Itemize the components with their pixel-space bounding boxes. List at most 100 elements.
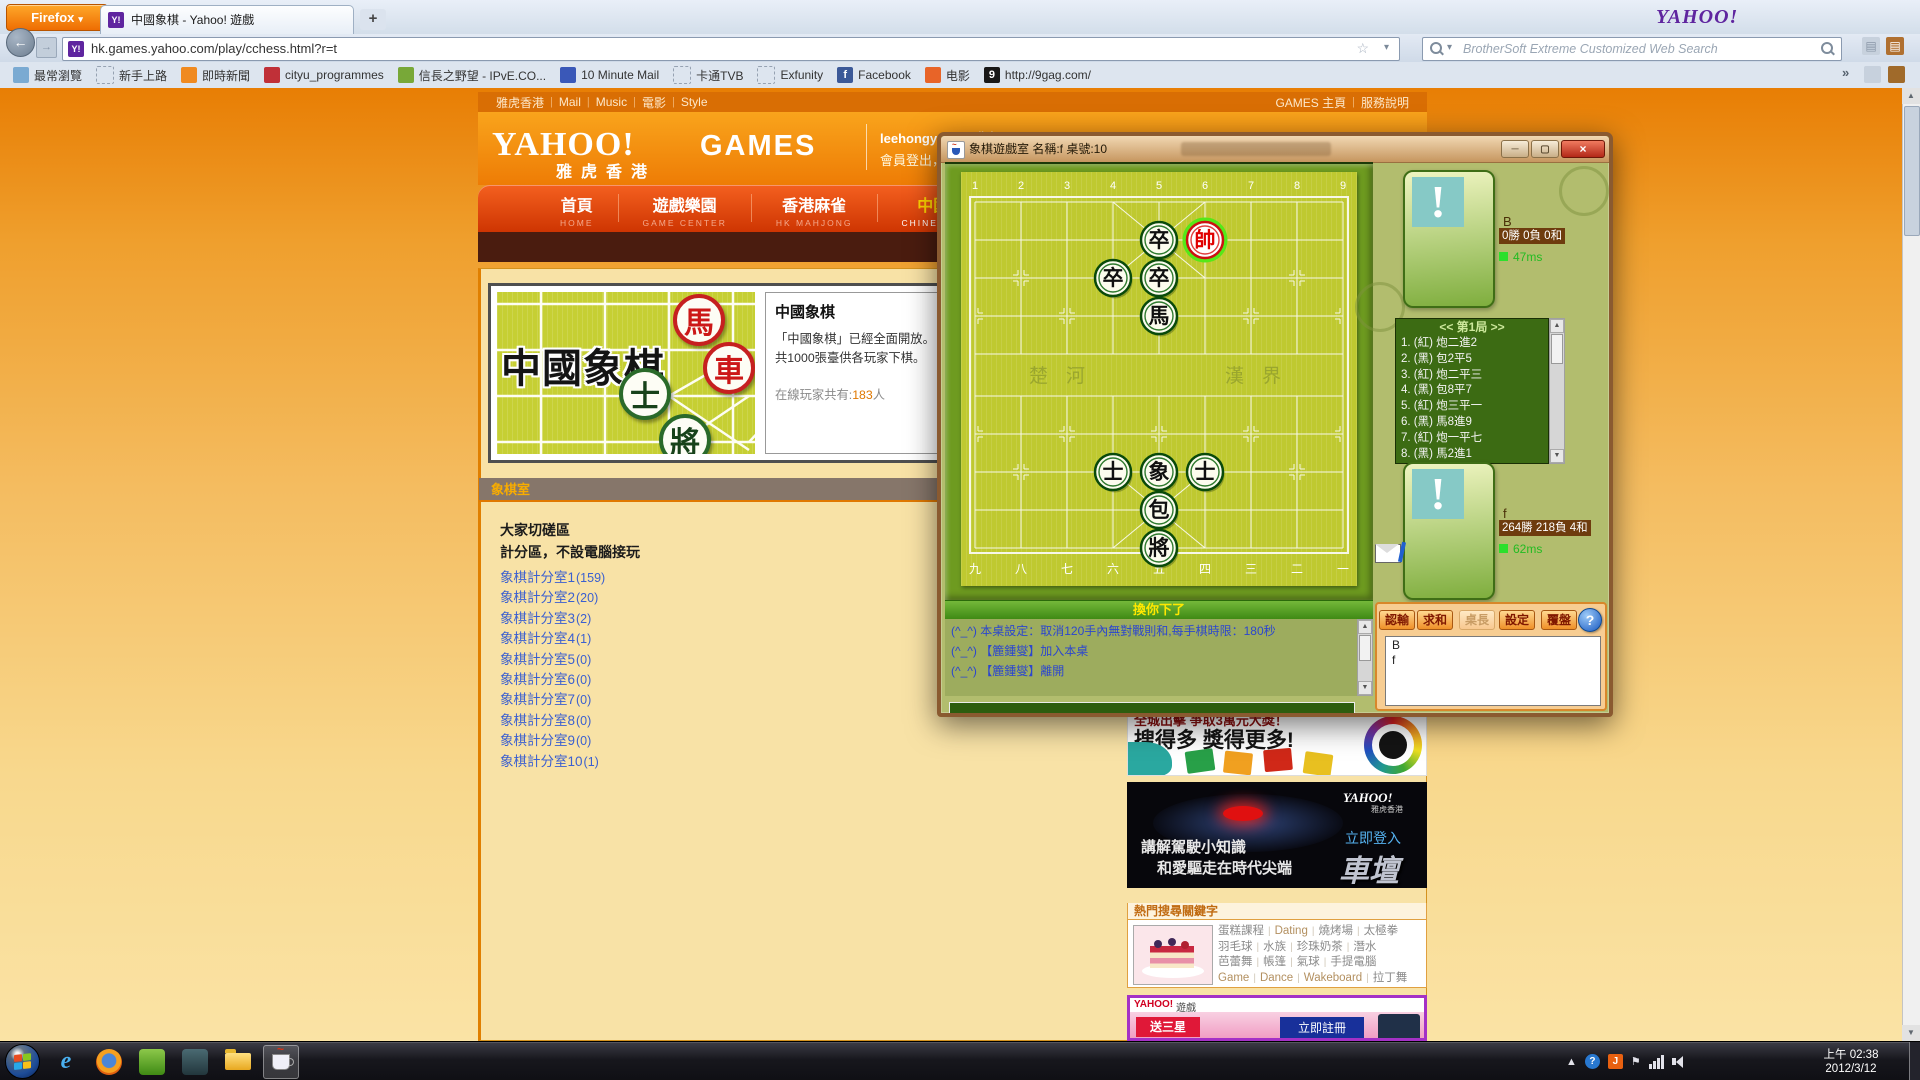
bookmark-item[interactable]: cityu_programmes (257, 65, 391, 85)
bookmarks-overflow-chevron[interactable]: » (1842, 65, 1849, 80)
room-link[interactable]: 象棋計分室4(1) (500, 629, 605, 649)
eyebrow-link[interactable]: 電影 (642, 94, 666, 111)
keyword-link[interactable]: 手提電腦 (1330, 955, 1376, 971)
message-envelope-icon[interactable] (1375, 540, 1407, 566)
bookmarks-menu-icon[interactable]: ▤ (1886, 37, 1904, 55)
help-tray-icon[interactable]: ? (1585, 1054, 1600, 1069)
eyebrow-link[interactable]: Mail (559, 95, 581, 109)
move-list-scrollbar-thumb[interactable] (1551, 334, 1563, 364)
tab-home[interactable]: 首頁HOME (536, 185, 618, 232)
keyword-link[interactable]: 羽毛球 (1218, 940, 1253, 956)
tab-game-center[interactable]: 遊戲樂園GAME CENTER (619, 185, 751, 232)
piece-卒[interactable]: 卒 (1141, 222, 1179, 261)
piece-包[interactable]: 包 (1141, 492, 1179, 531)
bookmark-star-icon[interactable]: ☆ (1356, 40, 1369, 57)
game-button[interactable]: 認輸 (1379, 610, 1415, 630)
bookmark-item[interactable]: 10 Minute Mail (553, 65, 666, 85)
chat-scrollbar[interactable]: ▲ ▼ (1357, 619, 1373, 696)
move-list-scrollbar[interactable]: ▲ ▼ (1549, 318, 1565, 464)
bookmark-item[interactable]: 电影 (918, 65, 977, 86)
close-button[interactable]: × (1561, 140, 1605, 158)
game-button[interactable]: 覆盤 (1541, 610, 1577, 630)
windows-explorer-icon[interactable] (220, 1045, 256, 1079)
reading-list-icon[interactable] (1864, 66, 1881, 83)
bookmark-item[interactable]: Exfunity (750, 64, 830, 86)
search-engine-dropdown-icon[interactable]: ▾ (1447, 42, 1452, 53)
url-bar[interactable]: Y! hk.games.yahoo.com/play/cchess.html?r… (62, 37, 1400, 61)
keyword-link[interactable]: Dance (1260, 971, 1293, 987)
eyebrow-link[interactable]: 服務說明 (1361, 94, 1409, 111)
eyebrow-link[interactable]: Style (681, 95, 708, 109)
room-link[interactable]: 象棋計分室3(2) (500, 609, 605, 629)
room-link[interactable]: 象棋計分室6(0) (500, 670, 605, 690)
java-tray-icon[interactable]: J (1608, 1054, 1623, 1069)
bookmark-item[interactable]: 信長之野望 - IPvE.CO... (391, 65, 553, 86)
piece-帥[interactable]: 帥 (1185, 220, 1226, 261)
keyword-link[interactable]: Game (1218, 971, 1249, 987)
room-link[interactable]: 象棋計分室10(1) (500, 752, 605, 772)
piece-士[interactable]: 士 (1095, 454, 1133, 493)
url-dropdown-icon[interactable]: ▾ (1384, 42, 1389, 53)
maximize-button[interactable]: ▢ (1531, 140, 1559, 158)
register-button[interactable]: 立即註冊 (1280, 1017, 1364, 1039)
minimize-button[interactable]: ─ (1501, 140, 1529, 158)
start-button[interactable] (5, 1044, 40, 1079)
eyebrow-link[interactable]: Music (596, 95, 627, 109)
xiangqi-board-grid[interactable]: 楚 河漢 界123456789九八七六五四三二一卒帥卒卒馬士象士包將 (961, 172, 1357, 584)
eyebrow-link[interactable]: 雅虎香港 (496, 94, 544, 111)
keyword-link[interactable]: 帳篷 (1263, 955, 1286, 971)
room-link[interactable]: 象棋計分室7(0) (500, 690, 605, 710)
network-icon[interactable] (1649, 1055, 1664, 1069)
browser-tab[interactable]: Y! 中國象棋 - Yahoo! 遊戲 (100, 5, 354, 35)
show-desktop-button[interactable] (1909, 1042, 1920, 1080)
car-channel-ad[interactable]: YAHOO! 雅虎香港 講解駕駛小知識 和愛驅走在時代尖端 立即登入 車壇 (1127, 782, 1427, 888)
keyword-link[interactable]: 太極拳 (1364, 924, 1399, 940)
firefox-icon[interactable] (91, 1045, 127, 1079)
page-tools-icon[interactable]: ▤ (1862, 37, 1880, 55)
bookmark-item[interactable]: fFacebook (830, 65, 918, 85)
piece-卒[interactable]: 卒 (1141, 260, 1179, 299)
bookmark-item[interactable]: 9http://9gag.com/ (977, 65, 1098, 85)
keyword-link[interactable]: 芭蕾舞 (1218, 955, 1253, 971)
app-icon-dark[interactable] (177, 1045, 213, 1079)
hidden-icons-button[interactable]: ▲ (1566, 1056, 1577, 1068)
help-button[interactable]: ? (1578, 608, 1602, 632)
scroll-down-icon[interactable]: ▼ (1550, 449, 1564, 463)
keyword-link[interactable]: 蛋糕課程 (1218, 924, 1264, 940)
url-text[interactable]: hk.games.yahoo.com/play/cchess.html?r=t (91, 38, 337, 60)
search-bar[interactable]: ▾ BrotherSoft Extreme Customized Web Sea… (1422, 37, 1842, 61)
java-chess-app-icon[interactable] (263, 1045, 299, 1079)
xiangqi-board[interactable]: 楚 河漢 界123456789九八七六五四三二一卒帥卒卒馬士象士包將 (961, 172, 1357, 586)
table-player-list[interactable]: Bf (1385, 636, 1601, 706)
games-logo[interactable]: GAMES (700, 130, 816, 163)
bookmark-item[interactable]: 新手上路 (89, 64, 174, 86)
app-icon-green[interactable] (134, 1045, 170, 1079)
taskbar-clock[interactable]: 上午 02:38 2012/3/12 (1798, 1042, 1904, 1080)
tab-hk-mahjong[interactable]: 香港麻雀HK MAHJONG (752, 185, 877, 232)
piece-將[interactable]: 將 (1141, 530, 1179, 569)
game-button[interactable]: 求和 (1417, 610, 1453, 630)
scroll-down-icon[interactable]: ▼ (1902, 1025, 1920, 1041)
back-button[interactable]: ← (6, 28, 35, 57)
search-go-icon[interactable] (1821, 42, 1833, 54)
room-link[interactable]: 象棋計分室2(20) (500, 588, 605, 608)
bookmark-item[interactable]: 卡通TVB (666, 64, 750, 86)
piece-卒[interactable]: 卒 (1095, 260, 1133, 299)
keyword-link[interactable]: Wakeboard (1304, 971, 1362, 987)
piece-士[interactable]: 士 (1187, 454, 1225, 493)
forward-button[interactable]: → (36, 37, 57, 58)
room-link[interactable]: 象棋計分室1(159) (500, 568, 605, 588)
keyword-link[interactable]: 拉丁舞 (1373, 971, 1408, 987)
room-link[interactable]: 象棋計分室5(0) (500, 650, 605, 670)
keyword-link[interactable]: 氣球 (1297, 955, 1320, 971)
scroll-up-icon[interactable]: ▲ (1550, 319, 1564, 333)
car-ad-login-link[interactable]: 立即登入 (1345, 828, 1401, 848)
scroll-up-icon[interactable]: ▲ (1358, 620, 1372, 634)
action-center-icon[interactable]: ⚑ (1631, 1055, 1641, 1068)
piece-馬[interactable]: 馬 (1141, 298, 1179, 337)
scroll-down-icon[interactable]: ▼ (1358, 681, 1372, 695)
chat-scrollbar-thumb[interactable] (1359, 635, 1371, 661)
bottom-promo-ad[interactable]: YAHOO! 遊戲 送三星 立即註冊 (1127, 995, 1427, 1041)
new-tab-button[interactable]: + (360, 9, 386, 30)
bookmark-item[interactable]: 最常瀏覽 (6, 65, 89, 86)
